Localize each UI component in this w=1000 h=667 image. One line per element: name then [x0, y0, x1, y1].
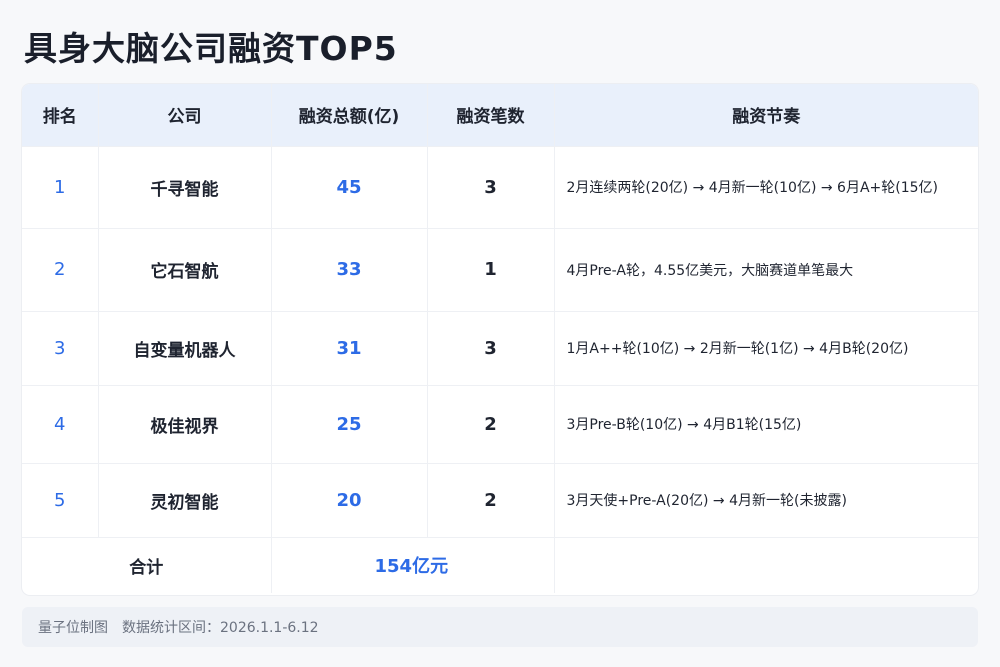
- footer-date-range: 数据统计区间：2026.1.1-6.12: [122, 620, 319, 636]
- table-row: 2 它石智航 33 1 4月Pre-A轮，4.55亿美元，大脑赛道单笔最大: [22, 228, 978, 311]
- company-cell: 它石智航: [98, 228, 272, 311]
- count-cell: 3: [427, 146, 555, 228]
- company-cell: 灵初智能: [98, 463, 272, 537]
- rhythm-cell: 3月天使+Pre-A(20亿) → 4月新一轮(未披露): [566, 493, 847, 509]
- company-cell: 自变量机器人: [98, 311, 272, 385]
- company-cell: 千寻智能: [98, 146, 272, 228]
- total-empty-cell: [554, 537, 978, 593]
- table-row: 3 自变量机器人 31 3 1月A++轮(10亿) → 2月新一轮(1亿) → …: [22, 311, 978, 385]
- company-cell: 极佳视界: [98, 385, 272, 463]
- rhythm-cell: 3月Pre-B轮(10亿) → 4月B1轮(15亿): [566, 417, 802, 433]
- footer-bar: 量子位制图 数据统计区间：2026.1.1-6.12: [22, 607, 978, 647]
- amount-cell: 33: [271, 228, 428, 311]
- rank-cell: 4: [22, 385, 99, 463]
- amount-cell: 25: [271, 385, 428, 463]
- count-cell: 2: [427, 385, 555, 463]
- rank-cell: 5: [22, 463, 99, 537]
- rank-cell: 2: [22, 228, 99, 311]
- total-amount: 154亿元: [271, 537, 555, 593]
- count-cell: 3: [427, 311, 555, 385]
- total-row: 合计 154亿元: [22, 537, 978, 593]
- rhythm-cell: 1月A++轮(10亿) → 2月新一轮(1亿) → 4月B轮(20亿): [566, 341, 909, 357]
- rank-cell: 3: [22, 311, 99, 385]
- header-rank: 排名: [22, 84, 99, 146]
- header-company: 公司: [98, 84, 272, 146]
- table-row: 4 极佳视界 25 2 3月Pre-B轮(10亿) → 4月B1轮(15亿): [22, 385, 978, 463]
- header-rhythm: 融资节奏: [732, 107, 801, 128]
- footer-source: 量子位制图: [38, 620, 108, 636]
- total-label: 合计: [22, 537, 272, 593]
- funding-table: 排名 公司 融资总额(亿) 融资笔数 融资节奏 1 千寻智能 45 3 2月连续…: [22, 84, 978, 593]
- table-header-row: 排名 公司 融资总额(亿) 融资笔数 融资节奏: [22, 84, 978, 146]
- count-cell: 2: [427, 463, 555, 537]
- amount-cell: 45: [271, 146, 428, 228]
- rhythm-cell: 2月连续两轮(20亿) → 4月新一轮(10亿) → 6月A+轮(15亿): [566, 180, 939, 196]
- amount-cell: 20: [271, 463, 428, 537]
- rhythm-cell: 4月Pre-A轮，4.55亿美元，大脑赛道单笔最大: [566, 262, 854, 279]
- page-title: 具身大脑公司融资TOP5: [24, 29, 398, 68]
- rank-cell: 1: [22, 146, 99, 228]
- table-row: 5 灵初智能 20 2 3月天使+Pre-A(20亿) → 4月新一轮(未披露): [22, 463, 978, 537]
- table-row: 1 千寻智能 45 3 2月连续两轮(20亿) → 4月新一轮(10亿) → 6…: [22, 146, 978, 228]
- header-count: 融资笔数: [427, 84, 555, 146]
- amount-cell: 31: [271, 311, 428, 385]
- header-amount: 融资总额(亿): [271, 84, 428, 146]
- count-cell: 1: [427, 228, 555, 311]
- funding-table-card: 排名 公司 融资总额(亿) 融资笔数 融资节奏 1 千寻智能 45 3 2月连续…: [22, 84, 978, 595]
